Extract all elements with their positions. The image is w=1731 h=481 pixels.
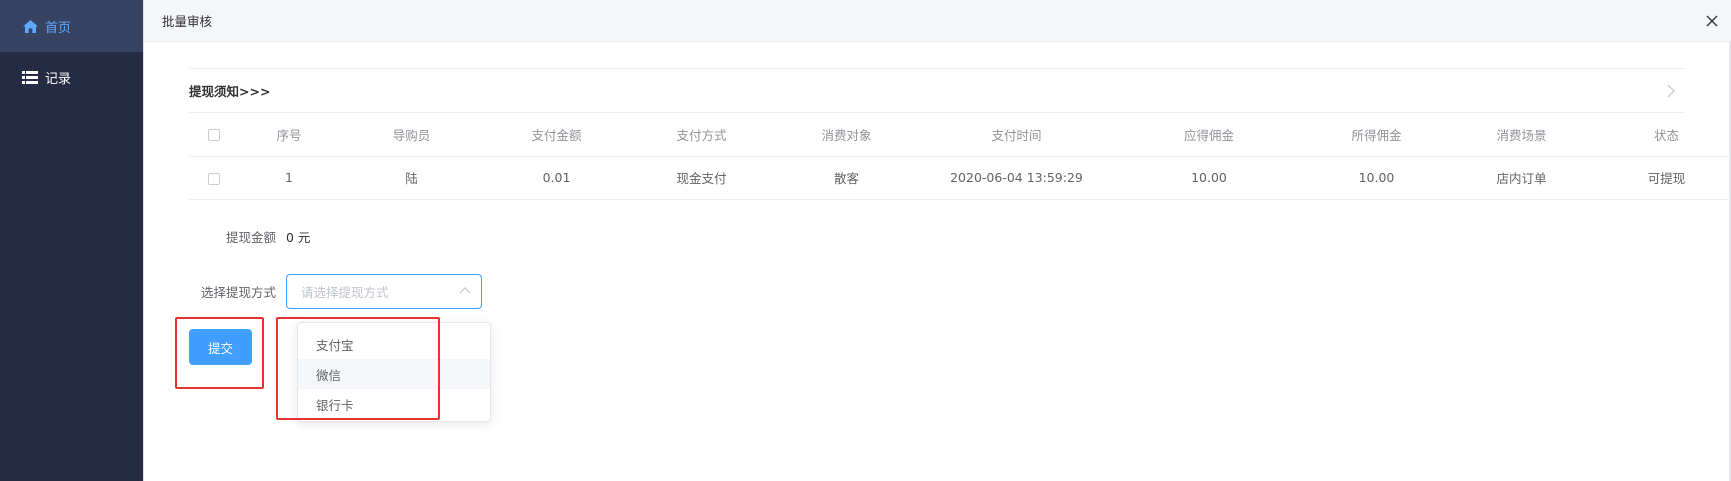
column-header: 所得佣金 (1304, 113, 1449, 157)
withdraw-notice-collapse[interactable]: 提现须知>>> (189, 68, 1685, 113)
table-cell: 现金支付 (629, 156, 774, 200)
sidebar-item-label: 记录 (45, 71, 72, 87)
method-row: 选择提现方式 请选择提现方式 (176, 274, 482, 309)
chevron-up-icon (459, 287, 471, 294)
table-cell: 陆 (339, 156, 484, 200)
table-cell: 可提现 (1594, 156, 1731, 200)
row-checkbox[interactable] (208, 172, 220, 185)
table-cell: 0.01 (484, 156, 629, 200)
amount-value: 0 元 (286, 229, 311, 245)
table-cell: 1 (239, 156, 339, 200)
column-header: 支付时间 (919, 113, 1114, 157)
column-header: 支付方式 (629, 113, 774, 157)
amount-row: 提现金额 0 元 (176, 226, 310, 246)
chevron-right-icon (1667, 84, 1675, 98)
select-placeholder: 请选择提现方式 (301, 285, 389, 300)
annotation-box-submit (175, 317, 264, 389)
column-header: 状态 (1594, 113, 1731, 157)
close-icon (1706, 15, 1718, 27)
withdraw-method-select[interactable]: 请选择提现方式 (286, 274, 482, 309)
method-label: 选择提现方式 (200, 285, 276, 300)
table-cell: 店内订单 (1449, 156, 1594, 200)
select-all-cell (189, 113, 239, 157)
sidebar-item-home[interactable]: 首页 (0, 0, 143, 52)
table-cell: 10.00 (1114, 156, 1304, 200)
column-header: 序号 (239, 113, 339, 157)
column-header: 消费对象 (774, 113, 919, 157)
dialog-title: 批量审核 (162, 14, 213, 29)
table-cell: 10.00 (1304, 156, 1449, 200)
commission-table: 序号 导购员 支付金额 支付方式 消费对象 支付时间 应得佣金 所得佣金 消费场… (189, 113, 1731, 200)
table-cell: 散客 (774, 156, 919, 200)
row-select-cell (189, 156, 239, 200)
withdraw-notice-label: 提现须知>>> (189, 84, 271, 99)
column-header: 应得佣金 (1114, 113, 1304, 157)
home-icon (22, 19, 38, 33)
table-header-row: 序号 导购员 支付金额 支付方式 消费对象 支付时间 应得佣金 所得佣金 消费场… (189, 113, 1731, 157)
sidebar-item-records[interactable]: 记录 (0, 52, 143, 102)
close-button[interactable] (1701, 10, 1723, 32)
column-header: 支付金额 (484, 113, 629, 157)
table-row[interactable]: 1 陆 0.01 现金支付 散客 2020-06-04 13:59:29 10.… (189, 156, 1731, 200)
sidebar: 首页 记录 (0, 0, 143, 481)
sidebar-item-label: 首页 (45, 20, 72, 36)
select-all-checkbox[interactable] (208, 129, 220, 142)
annotation-box-dropdown (276, 317, 440, 420)
table-cell: 2020-06-04 13:59:29 (919, 156, 1114, 200)
list-icon (22, 70, 38, 84)
column-header: 导购员 (339, 113, 484, 157)
column-header: 消费场景 (1449, 113, 1594, 157)
dialog-header: 批量审核 (144, 0, 1731, 42)
amount-label: 提现金额 (225, 229, 276, 245)
